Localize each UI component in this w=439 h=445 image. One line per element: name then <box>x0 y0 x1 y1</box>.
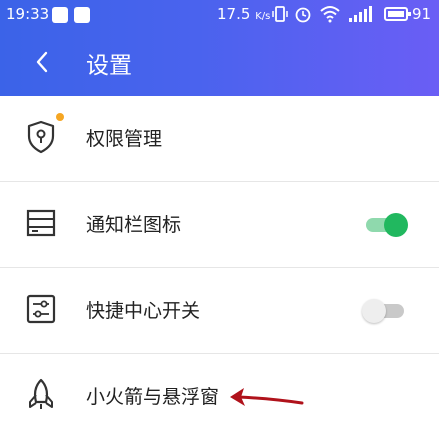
annotation-arrow-icon <box>230 388 304 406</box>
settings-item-notification-icon[interactable]: 通知栏图标 <box>0 182 439 268</box>
settings-item-label: 权限管理 <box>86 128 163 150</box>
app-header: 19:33 17.5 K/s 91 设置 <box>0 0 439 96</box>
settings-item-permissions[interactable]: 权限管理 <box>0 96 439 182</box>
settings-item-label: 小火箭与悬浮窗 <box>86 386 220 408</box>
shield-lock-icon <box>27 120 55 154</box>
page-title: 设置 <box>86 53 132 79</box>
rocket-icon <box>29 378 53 409</box>
back-button[interactable] <box>22 44 62 80</box>
settings-item-rocket-floating-window[interactable]: 小火箭与悬浮窗 <box>0 354 439 439</box>
battery-icon <box>384 7 411 21</box>
chevron-left-icon <box>36 51 48 73</box>
alarm-icon <box>295 7 311 23</box>
signal-icon <box>349 6 372 22</box>
notification-app-icon <box>52 7 68 23</box>
settings-item-label: 快捷中心开关 <box>86 300 201 322</box>
wifi-icon <box>320 6 340 23</box>
status-bar: 19:33 17.5 K/s 91 <box>0 0 439 30</box>
toggle-knob <box>362 299 386 323</box>
settings-list: 权限管理 通知栏图标 快捷中心开关 小火箭与悬浮窗 <box>0 96 439 439</box>
vibrate-icon <box>272 6 288 22</box>
notification-badge <box>56 113 64 121</box>
settings-item-label: 通知栏图标 <box>86 214 182 236</box>
settings-item-quick-center[interactable]: 快捷中心开关 <box>0 268 439 354</box>
status-time: 19:33 <box>6 5 50 23</box>
notification-icon-toggle[interactable] <box>362 213 408 237</box>
network-speed: 17.5 K/s <box>217 5 271 23</box>
notification-bar-icon <box>26 209 56 237</box>
quick-center-toggle[interactable] <box>362 299 406 323</box>
battery-level: 91 <box>412 5 432 23</box>
notification-app-icon-2 <box>74 7 90 23</box>
sliders-icon <box>26 294 56 324</box>
toggle-knob <box>384 213 408 237</box>
